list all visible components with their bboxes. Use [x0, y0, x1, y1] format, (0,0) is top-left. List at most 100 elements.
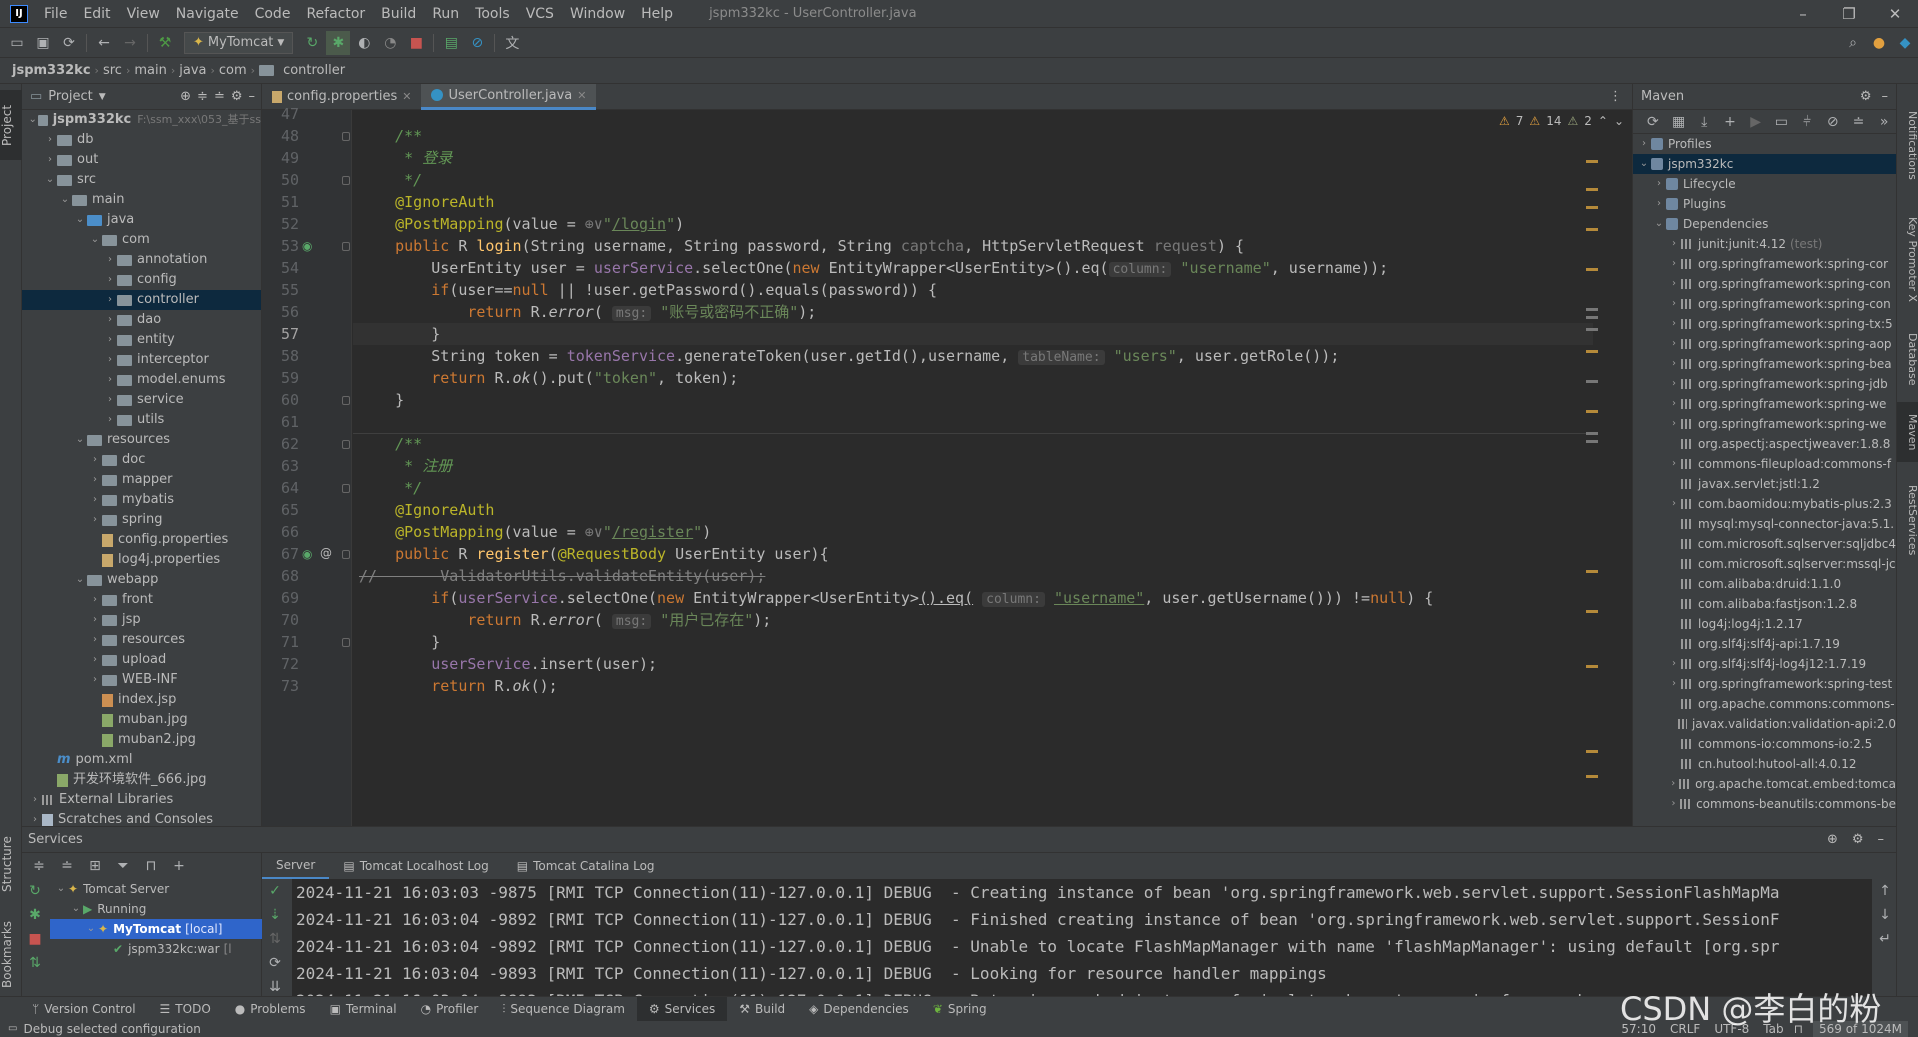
chevron-right-icon[interactable]: › — [103, 250, 117, 270]
project-tree-item[interactable]: ⌄ resources — [22, 430, 261, 450]
back-icon[interactable]: ← — [92, 31, 116, 55]
refresh-icon[interactable]: ⟳ — [263, 951, 287, 975]
project-tree-item[interactable]: muban.jpg — [22, 710, 261, 730]
chevron-right-icon[interactable]: › — [103, 390, 117, 410]
profiler-icon[interactable]: ◔ — [378, 31, 402, 55]
services-tree-item[interactable]: ⌄ ✦ Tomcat Server — [50, 879, 262, 899]
breadcrumb-item[interactable]: jspm332kc — [8, 63, 95, 78]
maven-tree-item[interactable]: commons-io:commons-io:2.5 — [1633, 734, 1896, 754]
chevron-right-icon[interactable]: › — [103, 310, 117, 330]
minimize-icon[interactable]: – — [1780, 0, 1826, 28]
new-tab-icon[interactable]: ⊓ — [139, 854, 163, 878]
stripe-marker[interactable] — [1586, 410, 1598, 413]
chevron-down-icon[interactable]: ⌄ — [28, 110, 38, 130]
globe-icon[interactable]: ⊕ — [1827, 832, 1838, 847]
maven-tree-item[interactable]: ⌄ jspm332kc — [1633, 154, 1896, 174]
chevron-right-icon[interactable]: › — [103, 370, 117, 390]
breadcrumb-item[interactable]: src — [99, 63, 126, 78]
spring-bean-icon[interactable]: ◉ — [302, 239, 312, 253]
log-tab[interactable]: ▤ Tomcat Localhost Log — [329, 853, 502, 879]
key-promoter-tool-tab[interactable]: Key Promoter X — [1897, 204, 1918, 314]
maven-tree-item[interactable]: › org.springframework:spring-jdb — [1633, 374, 1896, 394]
project-panel-title[interactable]: Project — [48, 89, 92, 104]
code-line[interactable]: @PostMapping(value = ⊕∨"/login") — [359, 213, 684, 235]
project-tool-tab[interactable]: Project — [0, 90, 22, 160]
editor-tab[interactable]: UserController.java ✕ — [421, 83, 597, 110]
code-line[interactable]: /** — [359, 125, 422, 147]
build-project-icon[interactable]: ⚒ — [153, 31, 177, 55]
stripe-marker[interactable] — [1586, 750, 1598, 753]
collapse-all-icon[interactable]: ≐ — [55, 854, 79, 878]
maven-tree-item[interactable]: › junit:junit:4.12 (test) — [1633, 234, 1896, 254]
maven-tree-item[interactable]: log4j:log4j:1.2.17 — [1633, 614, 1896, 634]
maven-tree-item[interactable]: › org.slf4j:slf4j-log4j12:1.7.19 — [1633, 654, 1896, 674]
project-tree-item[interactable]: › WEB-INF — [22, 670, 261, 690]
tool-tab-spring[interactable]: ❦ Spring — [921, 997, 999, 1022]
chevron-right-icon[interactable]: › — [88, 470, 102, 490]
project-tree-item[interactable]: › entity — [22, 330, 261, 350]
plus-icon[interactable]: + — [1719, 110, 1741, 134]
gear-icon[interactable]: ⚙ — [231, 89, 243, 104]
hide-icon[interactable]: – — [1878, 832, 1885, 847]
stripe-marker[interactable] — [1586, 380, 1598, 383]
chevron-right-icon[interactable]: › — [1652, 174, 1666, 194]
chevron-right-icon[interactable]: › — [88, 650, 102, 670]
project-tree-item[interactable]: ⌄ webapp — [22, 570, 261, 590]
maven-tree-item[interactable]: com.microsoft.sqlserver:mssql-jc — [1633, 554, 1896, 574]
stop-icon[interactable]: ■ — [23, 927, 47, 951]
code-line[interactable]: } — [359, 389, 404, 411]
chevron-down-icon[interactable]: ⌄ — [58, 190, 72, 210]
menu-item-file[interactable]: File — [36, 0, 75, 28]
project-tree-item[interactable]: ⌄ src — [22, 170, 261, 190]
maven-tree-item[interactable]: › Plugins — [1633, 194, 1896, 214]
code-line[interactable]: if(user==null || !user.getPassword().equ… — [359, 279, 937, 301]
chevron-right-icon[interactable]: › — [1652, 194, 1666, 214]
fold-marker-icon[interactable] — [342, 396, 350, 405]
rerun-icon[interactable]: ↻ — [23, 879, 47, 903]
menu-item-build[interactable]: Build — [373, 0, 424, 28]
structure-tool-tab[interactable]: Structure — [0, 824, 22, 904]
stripe-marker[interactable] — [1586, 228, 1598, 231]
code-line[interactable]: } — [359, 631, 440, 653]
sync-icon[interactable]: ⟳ — [57, 31, 81, 55]
stripe-marker[interactable] — [1586, 775, 1598, 778]
chevron-down-icon[interactable]: ⌄ — [73, 570, 87, 590]
maven-tree-item[interactable]: › org.springframework:spring-con — [1633, 294, 1896, 314]
project-tree-item[interactable]: › resources — [22, 630, 261, 650]
maven-tool-tab[interactable]: Maven — [1897, 402, 1918, 462]
toggle-offline-icon[interactable]: ⫩ — [1796, 110, 1818, 134]
chevron-right-icon[interactable]: › — [1667, 454, 1681, 474]
execute-icon[interactable]: ▭ — [1771, 110, 1793, 134]
chevron-down-icon[interactable]: ⌄ — [1637, 154, 1651, 174]
project-tree-item[interactable]: › db — [22, 130, 261, 150]
project-tree-item[interactable]: ⌄ com — [22, 230, 261, 250]
project-tree-item[interactable]: › spring — [22, 510, 261, 530]
coverage-icon[interactable]: ▤ — [439, 31, 463, 55]
project-tree-item[interactable]: 开发环境软件_666.jpg — [22, 770, 261, 790]
code-line[interactable]: @IgnoreAuth — [359, 499, 494, 521]
maven-tree-item[interactable]: › org.springframework:spring-tx:5 — [1633, 314, 1896, 334]
stripe-marker[interactable] — [1586, 570, 1598, 573]
forward-icon[interactable]: → — [118, 31, 142, 55]
collapse-all-icon[interactable]: ≐ — [214, 89, 225, 104]
project-tree-item[interactable]: › controller — [22, 290, 261, 310]
project-tree-item[interactable]: › External Libraries — [22, 790, 261, 810]
code-line[interactable]: return R.ok(); — [359, 675, 557, 697]
arrow-down-icon[interactable]: ↓ — [1873, 903, 1897, 927]
maven-tree-item[interactable]: › org.springframework:spring-bea — [1633, 354, 1896, 374]
check-icon[interactable]: ✓ — [263, 879, 287, 903]
stripe-marker[interactable] — [1586, 665, 1598, 668]
chevron-right-icon[interactable]: › — [1667, 374, 1681, 394]
project-tree-item[interactable]: ⌄ main — [22, 190, 261, 210]
maven-tree-item[interactable]: mysql:mysql-connector-java:5.1. — [1633, 514, 1896, 534]
code-line[interactable]: return R.error( msg: "用户已存在"); — [359, 609, 771, 631]
log-tab[interactable]: ▤ Tomcat Catalina Log — [503, 853, 669, 879]
chevron-right-icon[interactable]: › — [28, 810, 42, 826]
project-tree-item[interactable]: index.jsp — [22, 690, 261, 710]
maven-tree-item[interactable]: › commons-beanutils:commons-be — [1633, 794, 1896, 814]
gear-icon[interactable]: ⚙ — [1860, 89, 1872, 104]
chevron-right-icon[interactable]: › — [1667, 674, 1681, 694]
chevron-right-icon[interactable]: › — [88, 630, 102, 650]
close-tab-icon[interactable]: ✕ — [577, 89, 586, 102]
tool-tab-problems[interactable]: ● Problems — [223, 997, 318, 1022]
